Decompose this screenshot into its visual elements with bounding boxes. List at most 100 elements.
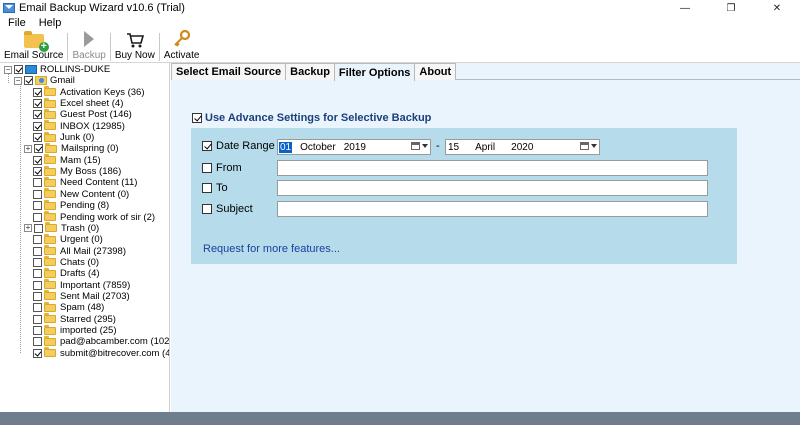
from-date-month[interactable]: October	[300, 142, 336, 153]
tree-folder-item[interactable]: Junk (0)	[33, 131, 94, 143]
expand-icon[interactable]: +	[24, 144, 32, 153]
to-date-month[interactable]: April	[475, 142, 495, 153]
date-range-checkbox[interactable]	[202, 141, 212, 151]
to-date-dropdown[interactable]	[580, 142, 597, 150]
folder-checkbox[interactable]	[33, 110, 42, 120]
folder-checkbox[interactable]	[33, 314, 42, 324]
advance-settings-checkbox[interactable]	[192, 113, 202, 123]
to-date-picker[interactable]: 15 April 2020	[445, 139, 600, 155]
tree-folder-item[interactable]: pad@abcamber.com (102)	[33, 335, 170, 348]
email-source-button[interactable]: Email Source	[0, 30, 67, 63]
folder-checkbox[interactable]	[33, 212, 42, 222]
tree-folder-item[interactable]: Urgent (0)	[33, 233, 103, 246]
tree-folder-item[interactable]: + Trash (0)	[24, 222, 99, 234]
tree-folder-item[interactable]: Drafts (4)	[33, 267, 100, 279]
date-range-option[interactable]: Date Range	[202, 140, 275, 152]
buy-now-button[interactable]: Buy Now	[111, 30, 159, 63]
close-button[interactable]: ✕	[754, 0, 800, 16]
subject-option[interactable]: Subject	[202, 203, 253, 215]
folder-checkbox[interactable]	[33, 257, 42, 267]
to-checkbox[interactable]	[202, 183, 212, 193]
from-option[interactable]: From	[202, 162, 242, 174]
folder-label: pad@abcamber.com (102)	[60, 336, 170, 348]
folder-checkbox[interactable]	[33, 235, 42, 245]
tree-folder-item[interactable]: New Content (0)	[33, 188, 129, 200]
tree-folder-item[interactable]: Pending (8)	[33, 199, 109, 211]
folder-checkbox[interactable]	[34, 144, 43, 154]
folder-checkbox[interactable]	[33, 133, 42, 143]
advance-settings-toggle[interactable]: Use Advance Settings for Selective Backu…	[192, 112, 431, 124]
tree-folder-item[interactable]: Mam (15)	[33, 154, 101, 166]
account-checkbox[interactable]	[24, 76, 33, 86]
tree-folder-item[interactable]: Important (7859)	[33, 279, 130, 291]
tab-about[interactable]: About	[414, 63, 457, 80]
tree-folder-item[interactable]: Excel sheet (4)	[33, 97, 123, 109]
tab-select-email-source[interactable]: Select Email Source	[171, 63, 287, 80]
folder-icon	[44, 267, 56, 278]
tree-root[interactable]: − ROLLINS-DUKE	[4, 64, 110, 75]
tree-folder-item[interactable]: imported (25)	[33, 324, 117, 336]
folder-checkbox[interactable]	[33, 201, 42, 211]
tree-folder-item[interactable]: Need Content (11)	[33, 176, 137, 188]
tab-filter-options[interactable]: Filter Options	[333, 63, 416, 81]
folder-checkbox[interactable]	[33, 269, 42, 279]
tree-folder-item[interactable]: submit@bitrecover.com (4446)	[33, 347, 169, 359]
from-checkbox[interactable]	[202, 163, 212, 173]
subject-input[interactable]	[277, 201, 708, 217]
request-features-link[interactable]: Request for more features...	[203, 243, 340, 255]
from-date-day[interactable]: 01	[279, 141, 293, 153]
backup-button[interactable]: Backup	[68, 30, 109, 63]
menu-help[interactable]: Help	[31, 17, 67, 29]
tree-folder-item[interactable]: Chats (0)	[33, 256, 99, 268]
tree-folder-item[interactable]: Spam (48)	[33, 301, 104, 313]
folder-checkbox[interactable]	[33, 326, 42, 336]
menu-file[interactable]: File	[0, 17, 31, 29]
folder-icon	[44, 324, 56, 335]
folder-checkbox[interactable]	[33, 303, 42, 313]
minimize-button[interactable]: —	[662, 0, 708, 16]
root-checkbox[interactable]	[14, 65, 23, 75]
tree-folder-item[interactable]: My Boss (186)	[33, 165, 121, 177]
tree-folder-item[interactable]: Starred (295)	[33, 313, 116, 325]
from-input[interactable]	[277, 160, 708, 176]
maximize-button[interactable]: ❐	[708, 0, 754, 16]
activate-button[interactable]: Activate	[160, 30, 204, 63]
collapse-icon[interactable]: −	[4, 65, 12, 74]
folder-checkbox[interactable]	[33, 121, 42, 131]
to-date-day[interactable]: 15	[448, 142, 459, 153]
folder-checkbox[interactable]	[33, 246, 42, 256]
folder-checkbox[interactable]	[33, 280, 42, 290]
folder-checkbox[interactable]	[33, 155, 42, 165]
folder-checkbox[interactable]	[33, 291, 42, 301]
subject-checkbox[interactable]	[202, 204, 212, 214]
folder-checkbox[interactable]	[33, 189, 42, 199]
folder-checkbox[interactable]	[33, 337, 42, 347]
tree-folder-item[interactable]: All Mail (27398)	[33, 245, 126, 257]
tree-folder-item[interactable]: Sent Mail (2703)	[33, 290, 130, 302]
folder-checkbox[interactable]	[33, 178, 42, 188]
tree-folder-item[interactable]: + Mailspring (0)	[24, 142, 119, 154]
to-option[interactable]: To	[202, 182, 228, 194]
folder-checkbox[interactable]	[33, 167, 42, 177]
from-date-picker[interactable]: 01 October 2019	[277, 139, 431, 155]
folder-tree[interactable]: − ROLLINS-DUKE − Gmail Activation Keys (…	[0, 63, 170, 412]
folder-label: Urgent (0)	[60, 234, 103, 246]
from-date-year[interactable]: 2019	[344, 142, 366, 153]
tab-backup[interactable]: Backup	[285, 63, 335, 80]
folder-checkbox[interactable]	[33, 87, 42, 97]
collapse-icon[interactable]: −	[14, 76, 22, 85]
tree-folder-item[interactable]: Guest Post (146)	[33, 108, 132, 120]
from-date-dropdown[interactable]	[411, 142, 428, 150]
folder-checkbox[interactable]	[33, 348, 42, 358]
to-date-year[interactable]: 2020	[511, 142, 533, 153]
to-input[interactable]	[277, 180, 708, 196]
tree-folder-item[interactable]: Activation Keys (36)	[33, 86, 144, 98]
menu-bar: File Help	[0, 16, 800, 30]
expand-icon[interactable]: +	[24, 224, 32, 233]
folder-checkbox[interactable]	[33, 99, 42, 109]
folder-icon	[44, 97, 56, 108]
tree-folder-item[interactable]: INBOX (12985)	[33, 120, 125, 132]
tree-folder-item[interactable]: Pending work of sir (2)	[33, 211, 155, 223]
folder-checkbox[interactable]	[34, 223, 43, 233]
tree-account[interactable]: − Gmail	[14, 75, 75, 86]
